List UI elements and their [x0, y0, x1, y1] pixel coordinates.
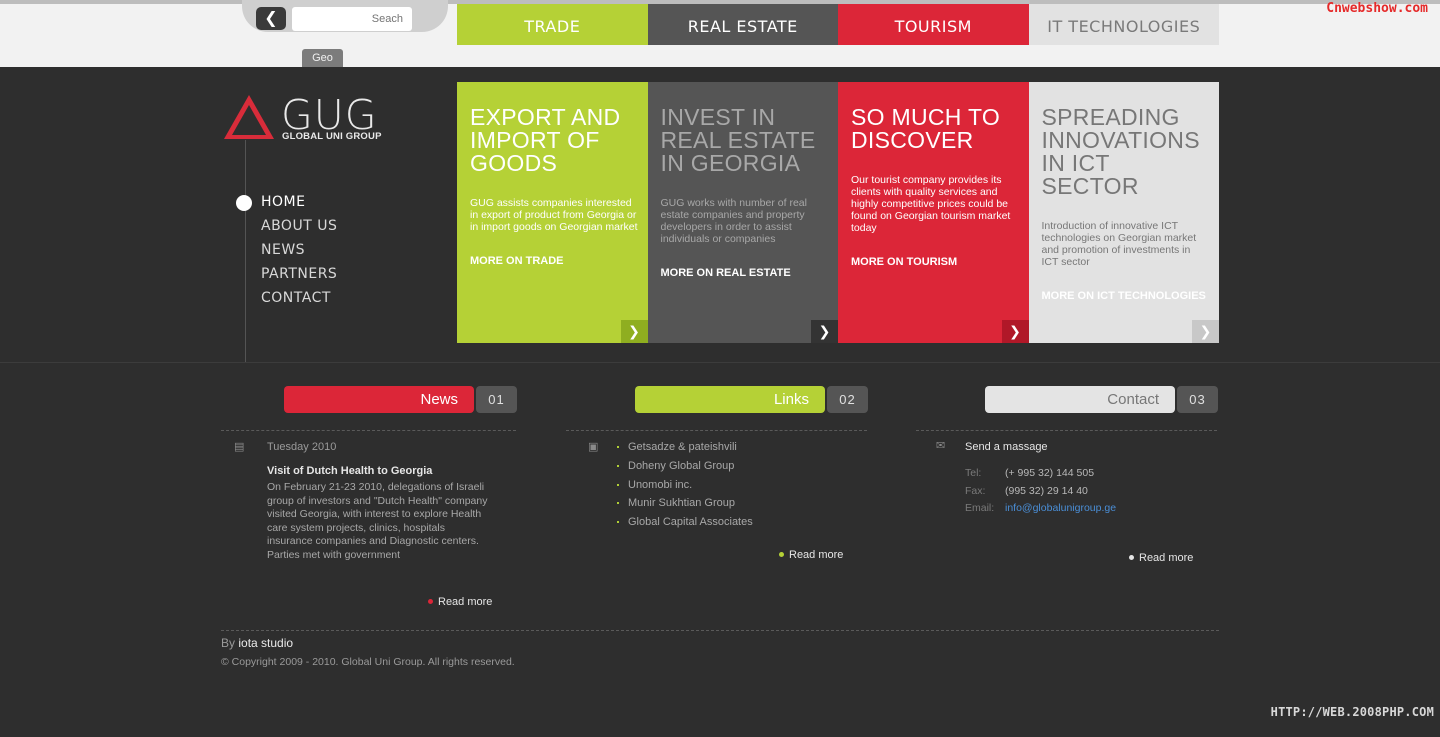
links-number: 02	[827, 386, 868, 413]
active-dot-icon	[236, 195, 252, 211]
more-on-trade-link[interactable]: MORE ON TRADE	[470, 255, 638, 267]
chevron-left-icon: ❮	[264, 10, 278, 27]
feature-panels: EXPORT AND IMPORT OF GOODS GUG assists c…	[457, 82, 1219, 343]
panel-text: GUG works with number of real estate com…	[660, 197, 807, 245]
panel-title: SPREADING INNOVATIONS IN ICT SECTOR	[1041, 104, 1200, 199]
tab-tourism[interactable]: TOURISM	[838, 4, 1029, 45]
news-heading[interactable]: News	[284, 386, 474, 413]
news-title[interactable]: Visit of Dutch Health to Georgia	[267, 465, 432, 477]
back-button[interactable]: ❮	[256, 7, 286, 30]
nav-news[interactable]: NEWS	[261, 241, 337, 265]
logo-subtitle: GLOBAL UNI GROUP	[282, 131, 382, 142]
language-tab-geo[interactable]: Geo	[302, 49, 343, 67]
logo[interactable]: GUG GLOBAL UNI GROUP	[222, 91, 402, 143]
search-input[interactable]	[292, 7, 412, 31]
news-read-more-link[interactable]: Read more	[428, 596, 492, 608]
contact-heading[interactable]: Contact	[985, 386, 1175, 413]
brandmark: Cnwebshow.com	[1326, 1, 1428, 16]
bullet-icon	[617, 521, 619, 524]
sidenav-line	[245, 140, 246, 362]
news-date: Tuesday 2010	[267, 441, 337, 453]
document-icon: ▤	[234, 441, 245, 453]
panel-title: INVEST IN REAL ESTATE IN GEORGIA	[660, 104, 816, 176]
read-more-label: Read more	[1139, 552, 1194, 564]
contact-divider	[916, 430, 1217, 431]
links-heading[interactable]: Links	[635, 386, 825, 413]
nav-partners[interactable]: PARTNERS	[261, 265, 337, 289]
envelope-icon: ✉	[936, 440, 946, 452]
chevron-right-icon[interactable]: ❯	[620, 320, 648, 343]
list-item[interactable]: Unomobi inc.	[617, 479, 753, 498]
contact-number: 03	[1177, 386, 1218, 413]
news-body: On February 21-23 2010, delegations of I…	[267, 481, 488, 561]
studio-link[interactable]: iota studio	[238, 636, 293, 650]
chevron-right-icon[interactable]: ❯	[1192, 320, 1219, 343]
link-icon: ▣	[588, 441, 599, 453]
links-divider	[566, 430, 867, 431]
nav-home[interactable]: HOME	[261, 193, 337, 217]
read-more-label: Read more	[438, 596, 493, 608]
tab-it-technologies[interactable]: IT TECHNOLOGIES	[1028, 4, 1219, 45]
more-on-ict-link[interactable]: MORE ON ICT TECHNOLOGIES	[1042, 290, 1210, 302]
tab-trade[interactable]: TRADE	[457, 4, 648, 45]
panel-ict: SPREADING INNOVATIONS IN ICT SECTOR Intr…	[1028, 82, 1219, 343]
list-item[interactable]: Doheny Global Group	[617, 460, 753, 479]
panel-text: Introduction of innovative ICT technolog…	[1041, 220, 1197, 268]
contact-read-more-link[interactable]: Read more	[1129, 552, 1193, 564]
nav-about-us[interactable]: ABOUT US	[261, 217, 337, 241]
contact-title[interactable]: Send a massage	[965, 441, 1048, 453]
tab-real-estate[interactable]: REAL ESTATE	[647, 4, 838, 45]
panel-title: SO MUCH TO DISCOVER	[851, 104, 1001, 153]
contact-email: Email: info@globalunigroup.ge	[965, 502, 1117, 514]
bullet-icon	[617, 464, 619, 467]
bullet-icon	[617, 502, 619, 505]
logo-triangle-icon	[224, 95, 274, 139]
bullet-icon	[779, 551, 784, 557]
chevron-right-icon[interactable]: ❯	[811, 320, 838, 343]
links-read-more-link[interactable]: Read more	[779, 549, 843, 561]
panel-text: Our tourist company provides its clients…	[851, 174, 1011, 234]
panel-title: EXPORT AND IMPORT OF GOODS	[470, 104, 621, 176]
bullet-icon	[617, 446, 619, 449]
panel-tourism: SO MUCH TO DISCOVER Our tourist company …	[838, 82, 1029, 343]
footer-divider	[221, 630, 1219, 631]
nav-contact[interactable]: CONTACT	[261, 289, 337, 313]
side-navigation: HOME ABOUT US NEWS PARTNERS CONTACT	[261, 193, 337, 313]
watermark: HTTP://WEB.2008PHP.COM	[1270, 705, 1434, 719]
bullet-icon	[1129, 554, 1134, 560]
top-navigation: TRADE REAL ESTATE TOURISM IT TECHNOLOGIE…	[457, 4, 1219, 45]
panel-trade: EXPORT AND IMPORT OF GOODS GUG assists c…	[457, 82, 648, 343]
credits: By iota studio	[221, 636, 294, 650]
email-link[interactable]: info@globalunigroup.ge	[1005, 502, 1116, 514]
contact-fax: Fax: (995 32) 29 14 40	[965, 485, 1088, 497]
contact-tel: Tel: (+ 995 32) 144 505	[965, 467, 1095, 479]
links-list: Getsadze & pateishvili Doheny Global Gro…	[617, 441, 753, 535]
news-number: 01	[476, 386, 517, 413]
panel-real-estate: INVEST IN REAL ESTATE IN GEORGIA GUG wor…	[647, 82, 838, 343]
list-item[interactable]: Munir Sukhtian Group	[617, 497, 753, 516]
news-divider	[221, 430, 516, 431]
list-item[interactable]: Global Capital Associates	[617, 516, 753, 535]
copyright: © Copyright 2009 - 2010. Global Uni Grou…	[221, 656, 515, 668]
more-on-real-estate-link[interactable]: MORE ON REAL ESTATE	[661, 267, 829, 279]
read-more-label: Read more	[789, 549, 844, 561]
list-item[interactable]: Getsadze & pateishvili	[617, 441, 753, 460]
section-divider	[0, 362, 1440, 363]
more-on-tourism-link[interactable]: MORE ON TOURISM	[851, 256, 1019, 268]
chevron-right-icon[interactable]: ❯	[1001, 320, 1029, 343]
bullet-icon	[617, 483, 619, 486]
panel-text: GUG assists companies interested in expo…	[470, 197, 638, 233]
bullet-icon	[428, 598, 433, 604]
